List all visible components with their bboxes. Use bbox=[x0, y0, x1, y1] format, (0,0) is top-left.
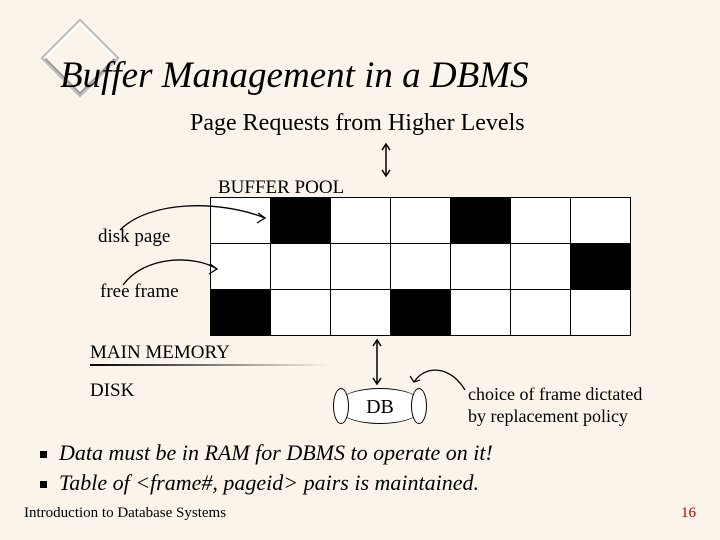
db-cylinder: DB bbox=[340, 388, 420, 424]
replacement-curve-icon bbox=[410, 360, 470, 400]
slide-title: Buffer Management in a DBMS bbox=[60, 54, 529, 97]
slide-subtitle: Page Requests from Higher Levels bbox=[190, 110, 525, 137]
replacement-line-1: choice of frame dictated bbox=[468, 384, 642, 406]
list-item: Table of <frame#, pageid> pairs is maint… bbox=[40, 470, 493, 496]
disk-page-curve-icon bbox=[110, 200, 270, 240]
main-memory-label: MAIN MEMORY bbox=[90, 342, 230, 364]
replacement-policy-note: choice of frame dictated by replacement … bbox=[468, 384, 642, 427]
bullet-text-1: Data must be in RAM for DBMS to operate … bbox=[59, 440, 493, 465]
page-number: 16 bbox=[681, 505, 696, 522]
db-label: DB bbox=[366, 396, 394, 418]
free-frame-curve-icon bbox=[115, 255, 225, 295]
double-arrow-vertical-icon bbox=[380, 140, 392, 180]
buffer-pool-grid bbox=[210, 197, 631, 336]
bullet-icon bbox=[40, 481, 47, 488]
replacement-line-2: by replacement policy bbox=[468, 406, 642, 428]
main-memory-underline bbox=[90, 364, 330, 366]
bullet-text-2: Table of <frame#, pageid> pairs is maint… bbox=[59, 470, 479, 495]
list-item: Data must be in RAM for DBMS to operate … bbox=[40, 440, 493, 466]
grid-to-db-arrow-icon bbox=[370, 336, 384, 388]
disk-label: DISK bbox=[90, 380, 134, 402]
buffer-pool-label: BUFFER POOL bbox=[218, 177, 344, 199]
footer-left: Introduction to Database Systems bbox=[24, 505, 226, 522]
bullet-list: Data must be in RAM for DBMS to operate … bbox=[40, 440, 493, 500]
bullet-icon bbox=[40, 451, 47, 458]
